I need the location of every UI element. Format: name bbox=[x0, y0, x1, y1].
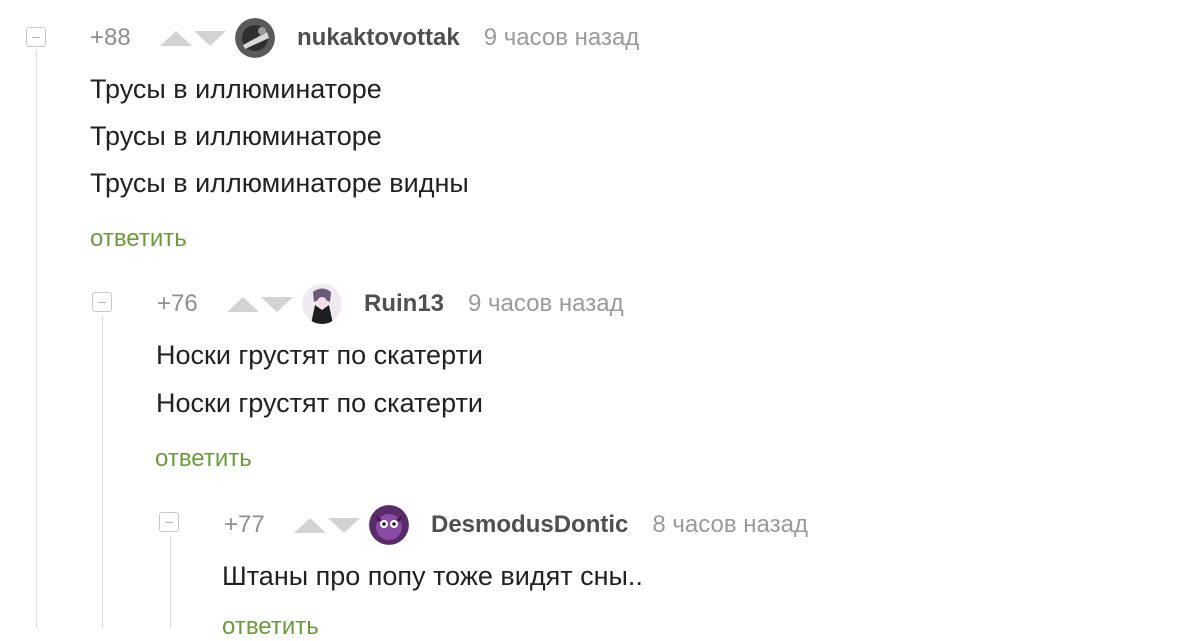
upvote-arrow-icon[interactable] bbox=[227, 296, 259, 312]
user-avatar-icon[interactable] bbox=[235, 18, 275, 58]
comment-text-line: Носки грустят по скатерти bbox=[156, 388, 483, 418]
collapse-button[interactable] bbox=[92, 292, 112, 312]
vote-controls bbox=[160, 30, 235, 46]
downvote-arrow-icon[interactable] bbox=[328, 517, 360, 533]
comment-text-line: Трусы в иллюминаторе видны bbox=[90, 168, 469, 198]
downvote-arrow-icon[interactable] bbox=[194, 30, 226, 46]
comment-username[interactable]: Ruin13 bbox=[364, 290, 444, 318]
reply-link[interactable]: ответить bbox=[155, 445, 252, 473]
thread-line bbox=[170, 536, 171, 628]
upvote-arrow-icon[interactable] bbox=[294, 517, 326, 533]
vote-controls bbox=[227, 296, 302, 312]
comment-username[interactable]: nukaktovottak bbox=[297, 24, 460, 52]
comment-rating: +76 bbox=[157, 290, 198, 317]
comment-rating: +77 bbox=[224, 511, 265, 538]
comment-header: +88 nukaktovottak 9 часов назад bbox=[90, 18, 639, 58]
comment-time[interactable]: 8 часов назад bbox=[652, 511, 808, 539]
comment-time[interactable]: 9 часов назад bbox=[484, 24, 640, 52]
vote-controls bbox=[294, 517, 369, 533]
comment-text-line: Штаны про попу тоже видят сны.. bbox=[222, 561, 643, 591]
reply-link[interactable]: ответить bbox=[90, 225, 187, 253]
user-avatar-icon[interactable] bbox=[369, 505, 409, 545]
comment-text-line: Трусы в иллюминаторе bbox=[90, 74, 382, 104]
comment-header: +76 Ruin13 9 часов назад bbox=[157, 284, 624, 324]
user-avatar-icon[interactable] bbox=[302, 284, 342, 324]
upvote-arrow-icon[interactable] bbox=[160, 30, 192, 46]
thread-line bbox=[36, 50, 37, 628]
collapse-button[interactable] bbox=[159, 512, 179, 532]
comment-time[interactable]: 9 часов назад bbox=[468, 290, 624, 318]
thread-line bbox=[102, 316, 103, 628]
comment-header: +77 DesmodusDontic 8 часов назад bbox=[224, 505, 808, 545]
downvote-arrow-icon[interactable] bbox=[261, 296, 293, 312]
comment-text-line: Трусы в иллюминаторе bbox=[90, 121, 382, 151]
comment-rating: +88 bbox=[90, 24, 131, 51]
comment-username[interactable]: DesmodusDontic bbox=[431, 511, 628, 539]
comment-text-line: Носки грустят по скатерти bbox=[156, 340, 483, 370]
collapse-button[interactable] bbox=[26, 27, 46, 47]
reply-link[interactable]: ответить bbox=[222, 613, 319, 641]
